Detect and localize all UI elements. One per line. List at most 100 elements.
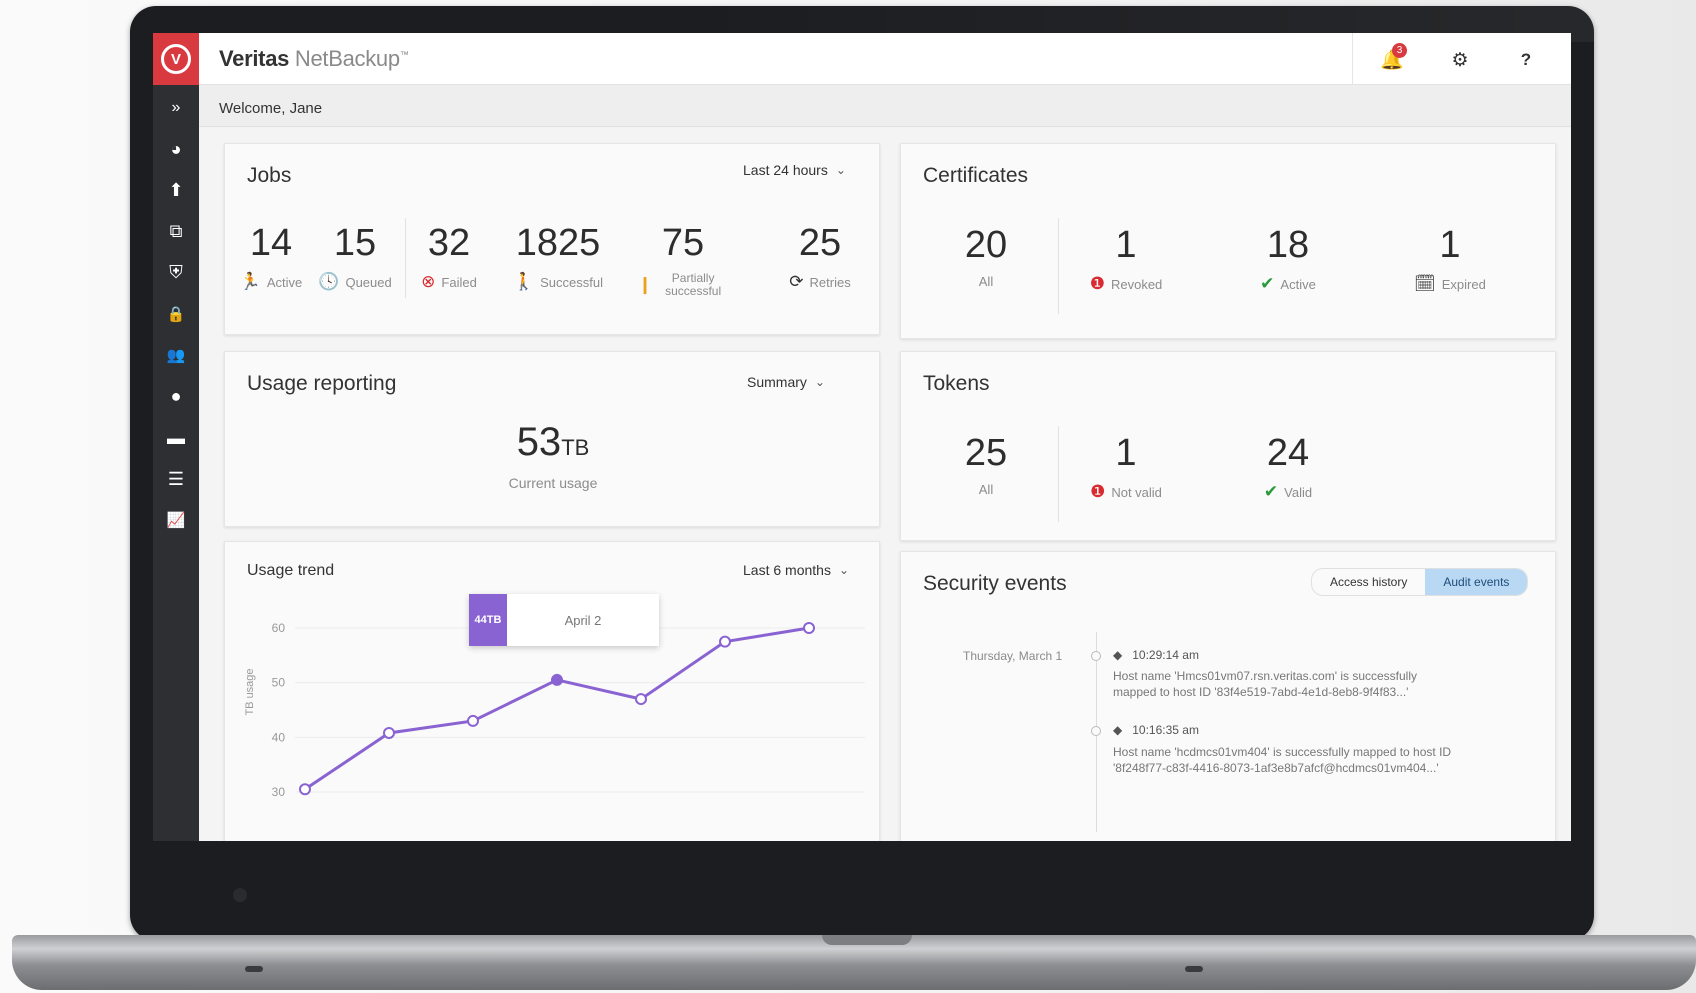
stat-label: Successful bbox=[540, 274, 604, 290]
laptop-base bbox=[12, 935, 1696, 990]
jobs-partial-stat[interactable]: 75 ❙ Partially successful bbox=[631, 224, 735, 298]
workloads-icon[interactable]: ⬆ bbox=[153, 175, 199, 205]
expand-icon[interactable]: » bbox=[153, 93, 199, 123]
stat-label: Active bbox=[1280, 276, 1316, 292]
trademark: ™ bbox=[399, 49, 409, 60]
security-lock-icon[interactable]: 🔒 bbox=[153, 299, 199, 329]
stat-label: Expired bbox=[1441, 276, 1486, 292]
tokens-not-valid-stat[interactable]: 1 ❶ Not valid bbox=[1061, 434, 1191, 502]
sidebar: V » ◕ ⬆ ⧉ ⛨ 🔒 👥 ● ▬ ☰ 📈 bbox=[153, 33, 199, 841]
usage-reporting-card: Usage reporting Summary ⌄ 53TB Current us… bbox=[224, 351, 880, 527]
usage-trend-card: Usage trend Last 6 months ⌄ TB usage 60 50… bbox=[224, 541, 880, 841]
recovery-icon[interactable]: ● bbox=[153, 381, 199, 411]
certificates-active-stat[interactable]: 18 ✔ Active bbox=[1223, 226, 1353, 294]
certificates-title: Certificates bbox=[923, 164, 1029, 187]
stat-value: 15 bbox=[333, 222, 377, 264]
veritas-logo[interactable]: V bbox=[153, 33, 199, 85]
tab-access-history[interactable]: Access history bbox=[1312, 569, 1425, 595]
event-time: ◆ 10:29:14 am bbox=[1113, 648, 1199, 662]
tokens-all-stat[interactable]: 25 All bbox=[941, 434, 1031, 497]
y-tick-label: 50 bbox=[272, 676, 286, 690]
data-point[interactable] bbox=[299, 783, 311, 796]
dashboard-icon[interactable]: ◕ bbox=[153, 134, 199, 164]
help-button[interactable]: ? bbox=[1511, 45, 1541, 75]
stat-label: Failed bbox=[441, 274, 477, 290]
stat-divider bbox=[1058, 218, 1059, 314]
jobs-successful-stat[interactable]: 1825 🚶 Successful bbox=[503, 224, 613, 292]
data-point[interactable] bbox=[383, 726, 395, 739]
calendar-icon: 🗓 bbox=[1414, 274, 1436, 293]
event-description[interactable]: Host name 'Hmcs01vm07.rsn.veritas.com' i… bbox=[1113, 668, 1417, 700]
event-time-value: 10:16:35 am bbox=[1132, 723, 1199, 737]
catalog-icon[interactable]: ☰ bbox=[153, 464, 199, 494]
jobs-active-stat[interactable]: 14 🏃 Active bbox=[233, 224, 309, 292]
tokens-card: Tokens 25 All 1 ❶ Not valid 24 ✔ Valid bbox=[900, 351, 1556, 541]
stat-value: 1 bbox=[1115, 432, 1137, 474]
y-axis-label: TB usage bbox=[244, 668, 256, 715]
usage-caption: Current usage bbox=[508, 475, 598, 491]
stat-label: Active bbox=[266, 274, 303, 290]
security-tabs: Access history Audit events bbox=[1311, 568, 1529, 596]
notifications-button[interactable]: 🔔 3 bbox=[1377, 43, 1407, 75]
data-point[interactable] bbox=[719, 635, 731, 648]
stat-value: 14 bbox=[249, 222, 293, 264]
certificates-expired-stat[interactable]: 1 🗓 Expired bbox=[1385, 226, 1515, 294]
certificates-card: Certificates 20 All 1 ❶ Revoked 18 ✔ Activ… bbox=[900, 143, 1556, 339]
event-date: Thursday, March 1 bbox=[963, 649, 1063, 663]
data-point[interactable] bbox=[467, 714, 479, 727]
stat-label: All bbox=[978, 482, 994, 497]
data-point[interactable] bbox=[803, 622, 815, 634]
stat-value: 1 bbox=[1439, 224, 1461, 266]
jobs-retries-stat[interactable]: 25 ⟳ Retries bbox=[775, 224, 865, 292]
protection-icon[interactable]: ⛨ bbox=[153, 257, 199, 287]
security-title: Security events bbox=[923, 572, 1067, 595]
hosts-icon[interactable]: ▬ bbox=[153, 423, 199, 453]
certificates-all-stat[interactable]: 20 All bbox=[941, 226, 1031, 289]
jobs-queued-stat[interactable]: 15 🕓 Queued bbox=[315, 224, 395, 292]
tab-audit-events[interactable]: Audit events bbox=[1425, 569, 1528, 595]
event-description[interactable]: Host name 'hcdmcs01vm404' is successfull… bbox=[1113, 744, 1451, 776]
settings-button[interactable]: ⚙ bbox=[1445, 45, 1475, 75]
person-icon: 🚶 bbox=[512, 272, 535, 291]
jobs-failed-stat[interactable]: 32 ⊗ Failed bbox=[411, 224, 487, 292]
chart-tooltip: 44TB April 2 bbox=[469, 594, 659, 646]
partial-icon: ❙ bbox=[637, 275, 653, 294]
certificates-revoked-stat[interactable]: 1 ❶ Revoked bbox=[1061, 226, 1191, 294]
error-icon: ❶ bbox=[1089, 274, 1105, 293]
tag-icon: ◆ bbox=[1113, 648, 1123, 662]
usage-mode-value: Summary bbox=[747, 374, 807, 390]
usage-trend-chart[interactable]: TB usage 60 50 40 30 bbox=[225, 542, 881, 841]
tooltip-date: April 2 bbox=[564, 612, 602, 628]
usage-mode-dropdown[interactable]: Summary ⌄ bbox=[747, 374, 825, 390]
security-events-card: Security events Access history Audit eve… bbox=[900, 551, 1556, 841]
laptop-foot bbox=[245, 966, 263, 972]
reports-icon[interactable]: 📈 bbox=[153, 505, 199, 535]
event-line: Host name 'Hmcs01vm07.rsn.veritas.com' i… bbox=[1113, 669, 1418, 683]
stat-value: 32 bbox=[427, 222, 471, 264]
storage-icon[interactable]: ⧉ bbox=[153, 216, 199, 246]
event-time-value: 10:29:14 am bbox=[1132, 648, 1199, 662]
laptop-foot bbox=[1185, 966, 1203, 972]
app-title: Veritas NetBackup™ bbox=[219, 46, 409, 72]
stat-value: 1 bbox=[1115, 224, 1137, 266]
jobs-range-dropdown[interactable]: Last 24 hours ⌄ bbox=[743, 162, 846, 178]
stat-divider bbox=[405, 218, 406, 298]
usage-unit: TB bbox=[561, 435, 590, 460]
notification-badge: 3 bbox=[1392, 43, 1407, 58]
users-icon[interactable]: 👥 bbox=[153, 340, 199, 370]
stat-label: Retries bbox=[809, 274, 851, 290]
event-line: Host name 'hcdmcs01vm404' is successfull… bbox=[1113, 745, 1452, 759]
app-screen: V » ◕ ⬆ ⧉ ⛨ 🔒 👥 ● ▬ ☰ 📈 Veritas NetBacku… bbox=[153, 33, 1571, 841]
stat-value: 1825 bbox=[515, 222, 601, 264]
top-bar: Veritas NetBackup™ 🔔 3 ⚙ ? MB bbox=[199, 33, 1571, 85]
y-tick-label: 30 bbox=[272, 785, 286, 799]
data-point[interactable] bbox=[551, 673, 563, 686]
jobs-card: Jobs Last 24 hours ⌄ 14 🏃 Active 15 🕓 Queue… bbox=[224, 143, 880, 335]
stat-label: Valid bbox=[1284, 484, 1313, 500]
chevron-down-icon: ⌄ bbox=[835, 163, 846, 177]
tokens-valid-stat[interactable]: 24 ✔ Valid bbox=[1223, 434, 1353, 502]
error-icon: ❶ bbox=[1090, 482, 1106, 501]
data-point[interactable] bbox=[635, 693, 647, 706]
top-divider bbox=[1352, 33, 1353, 85]
clock-icon: 🕓 bbox=[318, 272, 340, 291]
